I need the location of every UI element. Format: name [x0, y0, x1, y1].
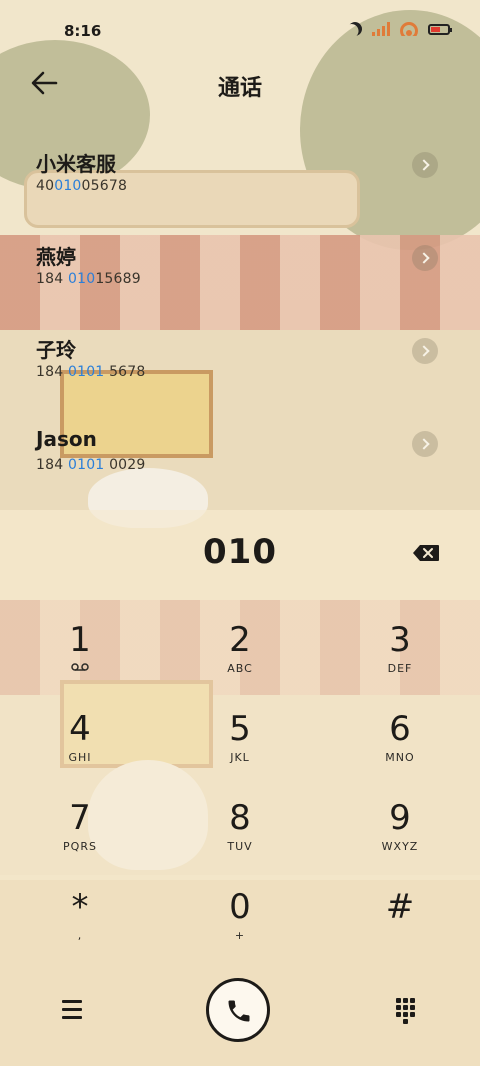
dial-key-hash[interactable]: # [340, 885, 460, 965]
call-button[interactable] [206, 978, 270, 1042]
dial-key-letters: JKL [230, 751, 250, 764]
contact-number: 184 0101 5678 [36, 364, 146, 380]
chevron-right-icon[interactable] [412, 338, 438, 364]
contact-name: 子玲 [36, 338, 76, 362]
dial-key-letters: TUV [227, 840, 253, 853]
dial-key-digit: 3 [389, 620, 411, 660]
menu-icon[interactable] [62, 1000, 84, 1020]
dial-key-digit: * [71, 887, 89, 927]
dial-key-digit: 0 [229, 887, 251, 927]
dial-key-digit: 7 [69, 798, 91, 838]
dial-key-3[interactable]: 3 DEF [340, 618, 460, 698]
contact-number-suffix: 15689 [95, 271, 141, 287]
contact-number-prefix: 184 [36, 364, 68, 380]
contact-number-prefix: 184 [36, 271, 68, 287]
dial-key-digit: 4 [69, 709, 91, 749]
moon-icon [345, 19, 364, 38]
dial-key-5[interactable]: 5 JKL [180, 707, 300, 787]
dial-key-letters: GHI [68, 751, 92, 764]
contact-number: 4001005678 [36, 178, 127, 194]
contact-name: 燕婷 [36, 245, 76, 269]
dialpad-icon[interactable] [396, 998, 418, 1024]
contact-number-match: 010 [67, 271, 96, 287]
dial-key-9[interactable]: 9 WXYZ [340, 796, 460, 876]
dial-key-4[interactable]: 4 GHI [20, 707, 140, 787]
contact-number-match: 010 [54, 178, 82, 194]
dial-key-digit: 5 [229, 709, 251, 749]
dial-key-1[interactable]: 1 [20, 618, 140, 698]
contact-number-suffix: 5678 [104, 364, 146, 380]
contact-result-item[interactable]: 燕婷 184 01015689 [0, 233, 480, 326]
app-header: 通话 [0, 62, 480, 106]
status-icons [345, 19, 452, 38]
page-title: 通话 [217, 76, 262, 101]
battery-icon [428, 23, 452, 35]
dial-key-0[interactable]: 0 + [180, 885, 300, 965]
contact-result-item[interactable]: Jason 184 0101 0029 [0, 419, 480, 512]
contact-number-match: 0101 [67, 457, 105, 473]
phone-icon [228, 1000, 250, 1022]
contact-number-match: 0101 [67, 364, 105, 380]
contact-number-suffix: 0029 [104, 457, 146, 473]
status-bar: 8:16 [0, 0, 480, 62]
contact-name: 小米客服 [36, 152, 116, 176]
chevron-right-icon[interactable] [412, 245, 438, 271]
contact-number-suffix: 05678 [81, 178, 128, 194]
dial-key-digit: 2 [229, 620, 251, 660]
contact-result-item[interactable]: 子玲 184 0101 5678 [0, 326, 480, 419]
dial-key-star[interactable]: *, [20, 885, 140, 965]
chevron-right-icon[interactable] [412, 152, 438, 178]
dial-key-letters: ABC [227, 662, 253, 675]
dial-number-display: 010 [0, 530, 480, 580]
dial-key-digit: 1 [69, 620, 91, 660]
dial-key-8[interactable]: 8 TUV [180, 796, 300, 876]
dial-key-letters: DEF [387, 662, 413, 675]
contact-number: 184 0101 0029 [36, 457, 146, 473]
wifi-icon [400, 22, 418, 36]
dial-key-letters: PQRS [63, 840, 97, 853]
status-time: 8:16 [64, 22, 102, 40]
contact-results-list: 小米客服 4001005678 燕婷 184 01015689 子玲 184 0101 5… [0, 140, 480, 512]
contact-number-prefix: 184 [36, 457, 68, 473]
dial-key-letters: WXYZ [381, 840, 419, 853]
dial-key-2[interactable]: 2 ABC [180, 618, 300, 698]
signal-icon [372, 22, 390, 36]
dial-key-6[interactable]: 6 MNO [340, 707, 460, 787]
dial-key-digit: 6 [389, 709, 411, 749]
dial-key-digit: 9 [389, 798, 411, 838]
backspace-icon[interactable] [412, 544, 440, 562]
dial-key-letters: , [77, 929, 83, 942]
contact-number: 184 01015689 [36, 271, 141, 287]
contact-number-prefix: 40 [36, 178, 55, 194]
contact-name: Jason [36, 427, 97, 451]
dial-key-letters: MNO [385, 751, 415, 764]
dial-key-7[interactable]: 7 PQRS [20, 796, 140, 876]
dial-key-digit: 8 [229, 798, 251, 838]
dialed-number: 010 [203, 532, 277, 572]
contact-result-item[interactable]: 小米客服 4001005678 [0, 140, 480, 233]
dial-key-digit: # [385, 887, 415, 927]
dial-key-letters: + [234, 929, 246, 942]
voicemail-icon [20, 662, 140, 676]
chevron-right-icon[interactable] [412, 431, 438, 457]
